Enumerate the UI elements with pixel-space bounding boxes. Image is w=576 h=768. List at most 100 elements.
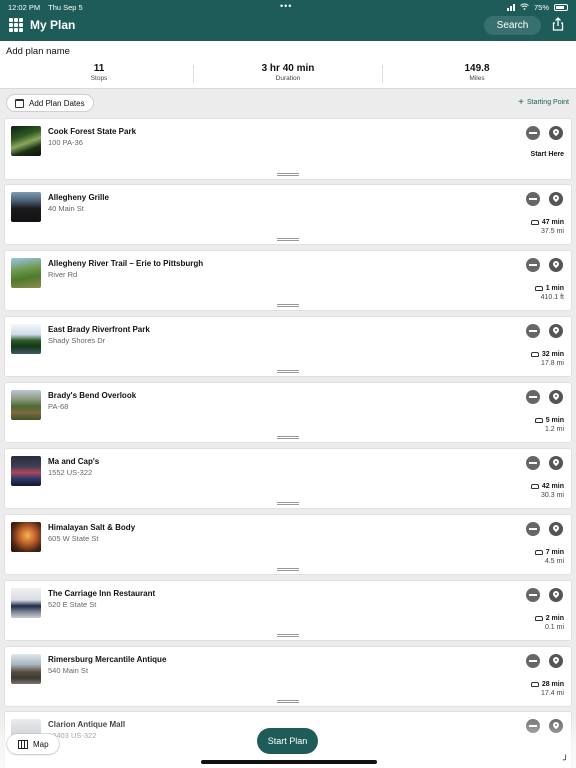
car-icon (534, 418, 543, 423)
remove-stop-icon[interactable] (526, 192, 540, 206)
signal-icon (506, 3, 515, 11)
drag-handle[interactable] (277, 634, 299, 637)
wifi-icon (520, 2, 529, 12)
calendar-icon (15, 98, 24, 108)
stop-thumbnail (11, 192, 41, 222)
stop-thumbnail (11, 588, 41, 618)
remove-stop-icon[interactable] (526, 390, 540, 404)
stop-thumbnail (11, 654, 41, 684)
grid-icon[interactable] (9, 18, 23, 32)
drag-handle[interactable] (277, 173, 299, 176)
map-pin-icon[interactable] (549, 390, 563, 404)
search-button[interactable]: Search (484, 16, 541, 35)
stop-thumbnail (11, 324, 41, 354)
stop-name: The Carriage Inn Restaurant (48, 589, 156, 598)
stop-thumbnail (11, 456, 41, 486)
map-pin-icon[interactable] (549, 258, 563, 272)
stop-name: Allegheny River Trail – Erie to Pittsbur… (48, 259, 204, 268)
map-pin-icon[interactable] (549, 719, 563, 733)
multitask-dots-icon[interactable]: ••• (280, 1, 292, 11)
drag-handle[interactable] (277, 568, 299, 571)
start-plan-button[interactable]: Start Plan (257, 728, 318, 754)
starting-point-button[interactable]: + Starting Point (518, 97, 569, 108)
stat-stops: 11 Stops (90, 63, 108, 82)
drag-handle[interactable] (277, 304, 299, 307)
remove-stop-icon[interactable] (526, 126, 540, 140)
stop-card[interactable]: Ma and Cap's 1552 US-322 42 min 30.3 mi (5, 449, 571, 508)
stop-card[interactable]: Allegheny River Trail – Erie to Pittsbur… (5, 251, 571, 310)
stop-address: 40 Main St (48, 204, 84, 213)
stop-address: Shady Shores Dr (48, 336, 106, 345)
remove-stop-icon[interactable] (526, 258, 540, 272)
stop-thumbnail (11, 258, 41, 288)
map-pin-icon[interactable] (549, 522, 563, 536)
stop-name: Himalayan Salt & Body (48, 523, 136, 532)
map-pin-icon[interactable] (549, 654, 563, 668)
stop-name: Clarion Antique Mall (48, 720, 126, 729)
drive-info: 1 min 410.1 ft (534, 285, 564, 301)
resize-corner-icon: ╯ (563, 755, 569, 765)
stop-address: 1552 US-322 (48, 468, 93, 477)
home-indicator[interactable] (201, 760, 377, 764)
share-icon[interactable] (551, 17, 565, 31)
stop-thumbnail (11, 522, 41, 552)
drag-handle[interactable] (277, 370, 299, 373)
stop-name: Ma and Cap's (48, 457, 100, 466)
stop-card[interactable]: Rimersburg Mercantile Antique 540 Main S… (5, 647, 571, 706)
plus-icon: + (518, 97, 524, 108)
stop-address: 540 Main St (48, 666, 89, 675)
stop-card[interactable]: East Brady Riverfront Park Shady Shores … (5, 317, 571, 376)
stat-duration: 3 hr 40 min Duration (261, 63, 315, 82)
car-icon (534, 286, 543, 291)
map-pin-icon[interactable] (549, 126, 563, 140)
stop-card[interactable]: Allegheny Grille 40 Main St 47 min 37.5 … (5, 185, 571, 244)
drive-info: 32 min 17.8 mi (530, 351, 564, 367)
drag-handle[interactable] (277, 700, 299, 703)
map-button[interactable]: Map (7, 734, 59, 754)
stop-name: Rimersburg Mercantile Antique (48, 655, 167, 664)
stop-address: 605 W State St (48, 534, 99, 543)
stop-address: 520 E State St (48, 600, 97, 609)
drive-info: 42 min 30.3 mi (530, 483, 564, 499)
stop-card[interactable]: Cook Forest State Park 100 PA-36 Start H… (5, 119, 571, 179)
car-icon (530, 484, 539, 489)
status-date: Thu Sep 5 (48, 2, 83, 12)
stop-address: PA-68 (48, 402, 69, 411)
drag-handle[interactable] (277, 436, 299, 439)
drive-info: 28 min 17.4 mi (530, 681, 564, 697)
remove-stop-icon[interactable] (526, 588, 540, 602)
remove-stop-icon[interactable] (526, 522, 540, 536)
drag-handle[interactable] (277, 238, 299, 241)
stop-thumbnail (11, 390, 41, 420)
remove-stop-icon[interactable] (526, 654, 540, 668)
map-pin-icon[interactable] (549, 192, 563, 206)
page-title: My Plan (30, 18, 76, 32)
status-bar: 12:02 PM Thu Sep 5 ••• 75% (0, 0, 576, 14)
map-pin-icon[interactable] (549, 324, 563, 338)
map-pin-icon[interactable] (549, 456, 563, 470)
map-icon (18, 739, 28, 749)
remove-stop-icon[interactable] (526, 456, 540, 470)
plan-name-field[interactable]: Add plan name (6, 46, 70, 57)
stop-name: Cook Forest State Park (48, 127, 137, 136)
add-plan-dates-button[interactable]: Add Plan Dates (6, 94, 94, 112)
stop-address: River Rd (48, 270, 78, 279)
remove-stop-icon[interactable] (526, 719, 540, 733)
battery-percent: 75% (533, 2, 549, 12)
stop-card[interactable]: Himalayan Salt & Body 605 W State St 7 m… (5, 515, 571, 574)
nav-bar: My Plan Search (0, 14, 576, 41)
map-pin-icon[interactable] (549, 588, 563, 602)
stop-card[interactable]: Brady's Bend Overlook PA-68 5 min 1.2 mi (5, 383, 571, 442)
battery-icon (554, 3, 568, 11)
car-icon (534, 550, 543, 555)
car-icon (530, 352, 539, 357)
status-time: 12:02 PM (8, 2, 41, 12)
stop-thumbnail (11, 126, 41, 156)
start-here-label: Start Here (530, 151, 564, 158)
car-icon (534, 616, 543, 621)
car-icon (530, 220, 539, 225)
stop-card[interactable]: The Carriage Inn Restaurant 520 E State … (5, 581, 571, 640)
drag-handle[interactable] (277, 502, 299, 505)
stop-address: 100 PA-36 (48, 138, 83, 147)
remove-stop-icon[interactable] (526, 324, 540, 338)
